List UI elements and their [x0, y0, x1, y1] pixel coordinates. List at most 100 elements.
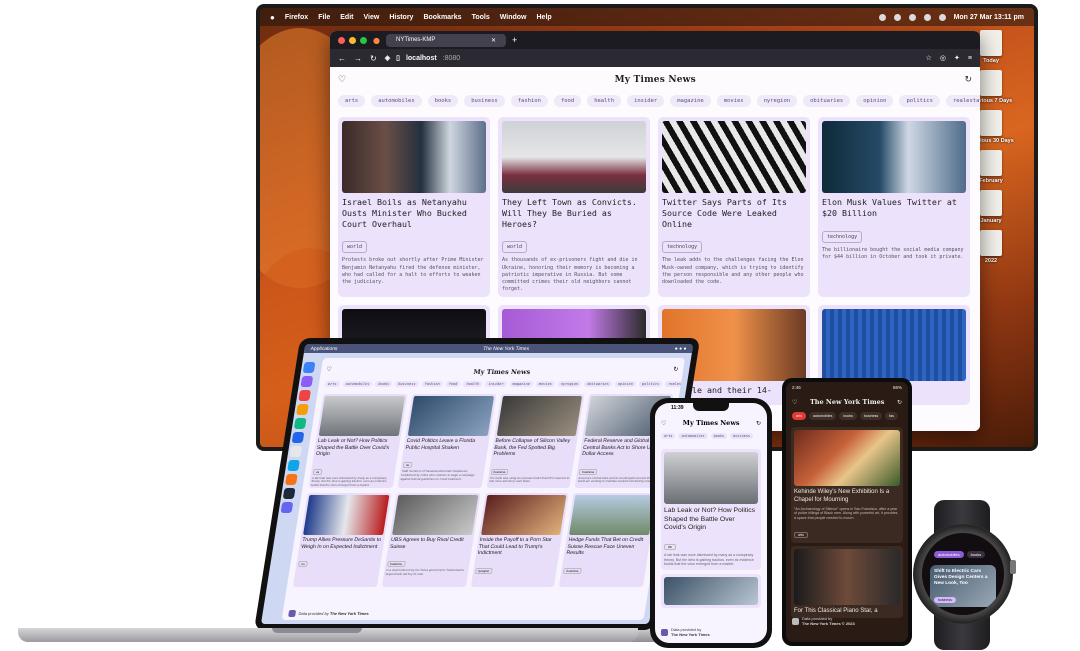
- category-chip[interactable]: books: [966, 551, 986, 558]
- category-chip[interactable]: automobiles: [342, 381, 373, 387]
- category-chip[interactable]: automobiles: [678, 433, 708, 439]
- shield-icon[interactable]: ◈: [385, 54, 390, 62]
- category-chip[interactable]: movies: [716, 95, 751, 107]
- article-card[interactable]: For This Classical Piano Star, a: [791, 545, 903, 619]
- category-chip[interactable]: automobiles: [371, 95, 422, 107]
- category-chip[interactable]: books: [839, 412, 857, 420]
- category-chip[interactable]: arts: [661, 433, 676, 439]
- menu-icon[interactable]: ≡: [968, 55, 972, 62]
- category-chip[interactable]: magazine: [670, 95, 711, 107]
- category-chip[interactable]: obituaries: [803, 95, 851, 107]
- app-icon[interactable]: [291, 432, 305, 443]
- forward-icon[interactable]: →: [354, 54, 362, 63]
- category-chip[interactable]: politics: [638, 381, 663, 387]
- app-icon[interactable]: [287, 460, 300, 471]
- favorite-heart-icon[interactable]: ♡: [661, 420, 666, 427]
- category-chip[interactable]: arts: [324, 381, 341, 387]
- article-section-tag[interactable]: arts: [794, 531, 808, 538]
- article-section-tag[interactable]: us: [297, 561, 309, 567]
- refresh-icon[interactable]: ↻: [964, 75, 972, 85]
- favorite-heart-icon[interactable]: ♡: [338, 75, 346, 85]
- category-chip[interactable]: books: [374, 381, 393, 387]
- menubar-app-name[interactable]: Firefox: [285, 14, 308, 21]
- category-chip[interactable]: magazine: [509, 381, 534, 387]
- new-tab-button[interactable]: +: [512, 35, 517, 45]
- app-icon[interactable]: [296, 404, 309, 415]
- category-chip[interactable]: food: [445, 381, 461, 387]
- article-card[interactable]: Covid Politics Leave a Florida Public Ho…: [397, 394, 496, 488]
- article-card[interactable]: Trump Allies Pressure DeSantis to Weigh …: [292, 493, 392, 587]
- category-chip[interactable]: nyregion: [557, 381, 582, 387]
- desktop-folder[interactable]: 2022: [980, 230, 1002, 264]
- extensions-icon[interactable]: ✦: [954, 54, 960, 62]
- battery-icon[interactable]: [938, 13, 946, 21]
- category-chip[interactable]: food: [553, 95, 582, 107]
- watch-crown[interactable]: [1010, 560, 1016, 574]
- desktop-folder[interactable]: January: [980, 190, 1002, 224]
- article-section-tag[interactable]: business: [934, 597, 956, 604]
- category-chip[interactable]: politics: [899, 95, 940, 107]
- reload-icon[interactable]: ↻: [370, 54, 377, 63]
- article-section-tag[interactable]: world: [342, 241, 368, 254]
- category-chip[interactable]: books: [710, 433, 728, 439]
- category-chip[interactable]: business: [730, 433, 754, 439]
- article-card[interactable]: Before Collapse of Silicon Valley Bank, …: [485, 394, 585, 488]
- menubar-item-window[interactable]: Window: [500, 14, 527, 21]
- article-section-tag[interactable]: business: [490, 468, 509, 475]
- article-section-tag[interactable]: business: [386, 561, 406, 567]
- article-section-tag[interactable]: us: [664, 544, 676, 551]
- article-card[interactable]: Twitter Says Parts of Its Source Code We…: [658, 117, 810, 297]
- status-icon[interactable]: [878, 13, 886, 21]
- article-card[interactable]: Shift to Electric Cars Gives Design Cent…: [930, 565, 996, 607]
- category-chip[interactable]: movies: [535, 381, 556, 387]
- category-chip[interactable]: books: [427, 95, 459, 107]
- category-chip[interactable]: business: [394, 381, 420, 387]
- category-chip[interactable]: insider: [484, 381, 508, 387]
- category-chip[interactable]: opinion: [614, 381, 637, 387]
- article-section-tag[interactable]: nyregion: [474, 567, 493, 574]
- article-card[interactable]: Israel Boils as Netanyahu Ousts Minister…: [338, 117, 490, 297]
- refresh-icon[interactable]: ↻: [756, 420, 761, 427]
- article-section-tag[interactable]: world: [502, 241, 528, 254]
- category-chip[interactable]: insider: [627, 95, 665, 107]
- app-icon[interactable]: [289, 446, 303, 457]
- category-chip[interactable]: business: [464, 95, 505, 107]
- close-window-button[interactable]: [338, 36, 345, 44]
- article-section-tag[interactable]: technology: [822, 230, 863, 243]
- finder-icon[interactable]: [302, 362, 316, 373]
- article-section-tag[interactable]: us: [312, 468, 323, 475]
- menubar-item-history[interactable]: History: [389, 14, 413, 21]
- wifi-icon[interactable]: [923, 13, 931, 21]
- favorite-heart-icon[interactable]: ♡: [326, 366, 332, 373]
- menubar-item-edit[interactable]: Edit: [340, 14, 353, 21]
- category-chip[interactable]: obituaries: [583, 381, 613, 387]
- article-card[interactable]: They Left Town as Convicts. Will They Be…: [498, 117, 650, 297]
- status-icon[interactable]: [908, 13, 916, 21]
- menubar-item-bookmarks[interactable]: Bookmarks: [423, 14, 461, 21]
- category-chip[interactable]: arts: [338, 95, 366, 107]
- article-section-tag[interactable]: business: [578, 468, 598, 475]
- refresh-icon[interactable]: ↻: [897, 399, 902, 406]
- article-section-tag[interactable]: us: [402, 462, 413, 468]
- category-chip[interactable]: realestate: [945, 95, 980, 107]
- category-chip[interactable]: nyregion: [756, 95, 798, 107]
- music-icon[interactable]: [298, 390, 312, 401]
- article-card[interactable]: Lab Leak or Not? How Politics Shaped the…: [661, 449, 761, 571]
- category-chip-selected[interactable]: arts: [792, 412, 806, 420]
- pocket-icon[interactable]: ◎: [940, 54, 946, 62]
- article-card[interactable]: Lab Leak or Not? How Politics Shaped the…: [308, 394, 408, 488]
- maximize-window-button[interactable]: [360, 36, 367, 44]
- apple-icon[interactable]: ●: [270, 13, 275, 22]
- app-icon[interactable]: [293, 418, 307, 429]
- menubar-clock[interactable]: Mon 27 Mar 13:11 pm: [954, 14, 1024, 21]
- menubar-item-tools[interactable]: Tools: [472, 14, 490, 21]
- menubar-item-file[interactable]: File: [318, 14, 330, 21]
- address-bar[interactable]: ◈ ▯ localhost:8080: [385, 54, 918, 63]
- category-chip[interactable]: fashion: [421, 381, 444, 387]
- menubar-item-view[interactable]: View: [363, 14, 379, 21]
- category-chip[interactable]: automobiles: [809, 412, 837, 420]
- app-icon[interactable]: [282, 488, 296, 499]
- article-card[interactable]: UBS Agrees to Buy Rival Credit Suisse bu…: [381, 493, 481, 587]
- laptop-menubar-app[interactable]: Applications: [310, 346, 338, 352]
- firefox-view-icon[interactable]: ●: [373, 36, 380, 45]
